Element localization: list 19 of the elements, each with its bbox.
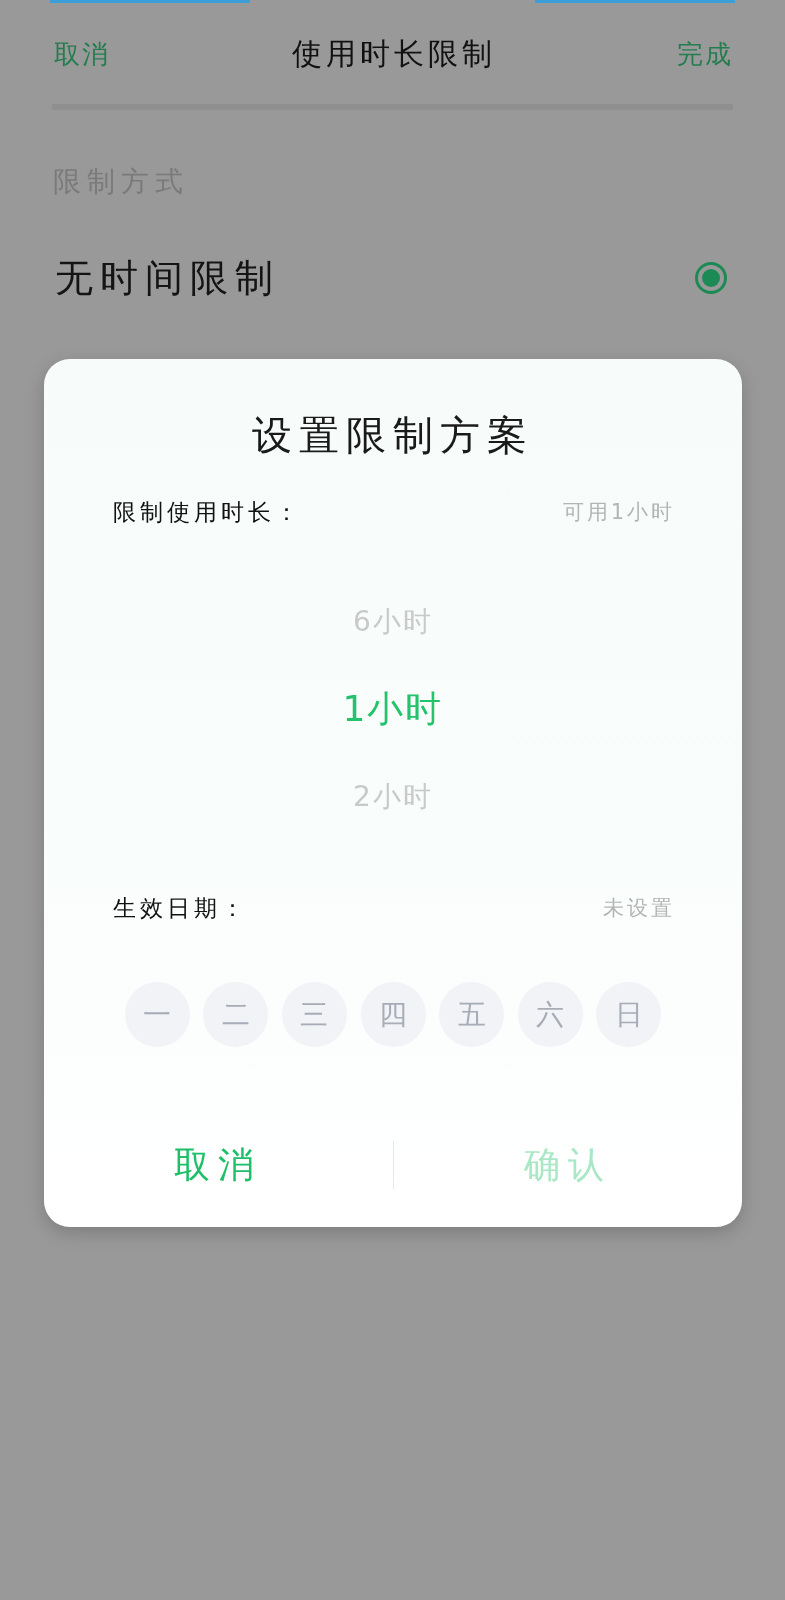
weekday-button[interactable]: 六 bbox=[517, 981, 583, 1047]
page-title: 使用时长限制 bbox=[291, 34, 496, 73]
radio-button[interactable] bbox=[695, 262, 727, 294]
weekday-button[interactable]: 三 bbox=[281, 981, 347, 1047]
duration-label: 限制使用时长： bbox=[113, 498, 302, 527]
weekday-button[interactable]: 四 bbox=[360, 981, 426, 1047]
date-label: 生效日期： bbox=[113, 893, 248, 923]
duration-value: 可用1小时 bbox=[562, 499, 675, 526]
option-label: 无时间限制 bbox=[55, 255, 280, 302]
dialog-title: 设置限制方案 bbox=[251, 411, 535, 459]
weekday-button[interactable]: 二 bbox=[203, 981, 269, 1047]
done-button[interactable]: 完成 bbox=[677, 35, 733, 72]
date-value: 未设置 bbox=[603, 894, 675, 922]
cancel-button[interactable]: 取消 bbox=[44, 1125, 393, 1205]
weekday-button[interactable]: 日 bbox=[596, 981, 662, 1047]
picker-option[interactable]: 1小时 bbox=[338, 686, 448, 733]
cancel-button[interactable]: 取消 bbox=[54, 35, 110, 72]
weekday-button[interactable]: 一 bbox=[124, 981, 190, 1047]
weekday-button[interactable]: 五 bbox=[439, 981, 505, 1047]
